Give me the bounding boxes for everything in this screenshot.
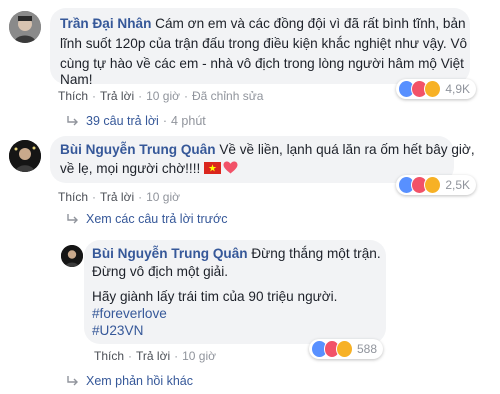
comment-actions: Thích · Trả lời · 10 giờ · Đã chỉnh sửa	[58, 89, 264, 103]
like-link[interactable]: Thích	[94, 349, 124, 363]
reply-arrow-icon	[67, 376, 78, 386]
comment-author[interactable]: Trần Đại Nhân	[60, 16, 151, 31]
edited-label[interactable]: Đã chỉnh sửa	[192, 89, 263, 103]
reply-link[interactable]: Trả lời	[136, 349, 170, 363]
comment-bubble: Trần Đại Nhân Cám ơn em và các đồng đội …	[50, 8, 470, 87]
reply-link[interactable]: Trả lời	[100, 89, 134, 103]
haha-reaction-icon	[336, 340, 353, 358]
comment-time[interactable]: 10 giờ	[182, 349, 216, 363]
comment-text-line: Bùi Nguyễn Trung Quân Về về liền, lạnh q…	[60, 142, 475, 157]
comment-text-line: Nam!	[60, 72, 93, 87]
comment-time[interactable]: 10 giờ	[146, 89, 180, 103]
profile-photo-icon	[9, 11, 41, 43]
like-link[interactable]: Thích	[58, 89, 88, 103]
haha-reaction-icon	[424, 176, 442, 194]
heart-icon	[223, 161, 238, 174]
comment-bubble: Bùi Nguyễn Trung Quân Về về liền, lạnh q…	[50, 136, 475, 183]
view-more-replies-link[interactable]: Xem phản hồi khác	[66, 374, 193, 388]
reaction-summary[interactable]: 4,9K	[396, 79, 476, 99]
hashtag-link[interactable]: #U23VN	[92, 321, 143, 341]
reaction-count: 588	[356, 342, 377, 356]
vietnam-flag-icon	[204, 162, 222, 174]
comment-author[interactable]: Bùi Nguyễn Trung Quân	[92, 246, 248, 261]
comment-text-line: về lẹ, mọi người chờ!!!!	[60, 159, 238, 179]
profile-photo-icon	[9, 140, 41, 172]
comment-author[interactable]: Bùi Nguyễn Trung Quân	[60, 142, 216, 157]
comment-text-line: Đừng vô địch một giải.	[92, 264, 229, 279]
reply-bubble: Bùi Nguyễn Trung Quân Đừng thắng một trậ…	[84, 240, 386, 344]
reply-link[interactable]: Trả lời	[100, 190, 134, 204]
reply-arrow-icon	[67, 116, 78, 126]
reaction-count: 4,9K	[445, 82, 471, 96]
comment-actions: Thích · Trả lời · 10 giờ	[94, 349, 216, 363]
comment-actions: Thích · Trả lời · 10 giờ	[58, 190, 180, 204]
haha-reaction-icon	[424, 80, 442, 98]
comment-text-line: Bùi Nguyễn Trung Quân Đừng thắng một trậ…	[92, 246, 381, 261]
comment-text-line: cùng tự hào về các em - nhà vô địch tron…	[60, 56, 464, 71]
reaction-summary[interactable]: 2,5K	[396, 175, 476, 195]
comment-time[interactable]: 10 giờ	[146, 190, 180, 204]
avatar[interactable]	[9, 140, 41, 172]
comment-text-line: Trần Đại Nhân Cám ơn em và các đồng đội …	[60, 16, 466, 31]
view-previous-replies-link[interactable]: Xem các câu trả lời trước	[66, 212, 227, 226]
reaction-summary[interactable]: 588	[309, 339, 383, 359]
comment-text-line: lĩnh suốt 120p của trận đấu trong điều k…	[60, 36, 468, 51]
avatar[interactable]	[61, 245, 83, 267]
profile-photo-icon	[61, 245, 83, 267]
avatar[interactable]	[9, 11, 41, 43]
reaction-count: 2,5K	[445, 178, 471, 192]
reply-arrow-icon	[67, 214, 78, 224]
view-replies-link[interactable]: 39 câu trả lời · 4 phút	[66, 114, 206, 128]
like-link[interactable]: Thích	[58, 190, 88, 204]
